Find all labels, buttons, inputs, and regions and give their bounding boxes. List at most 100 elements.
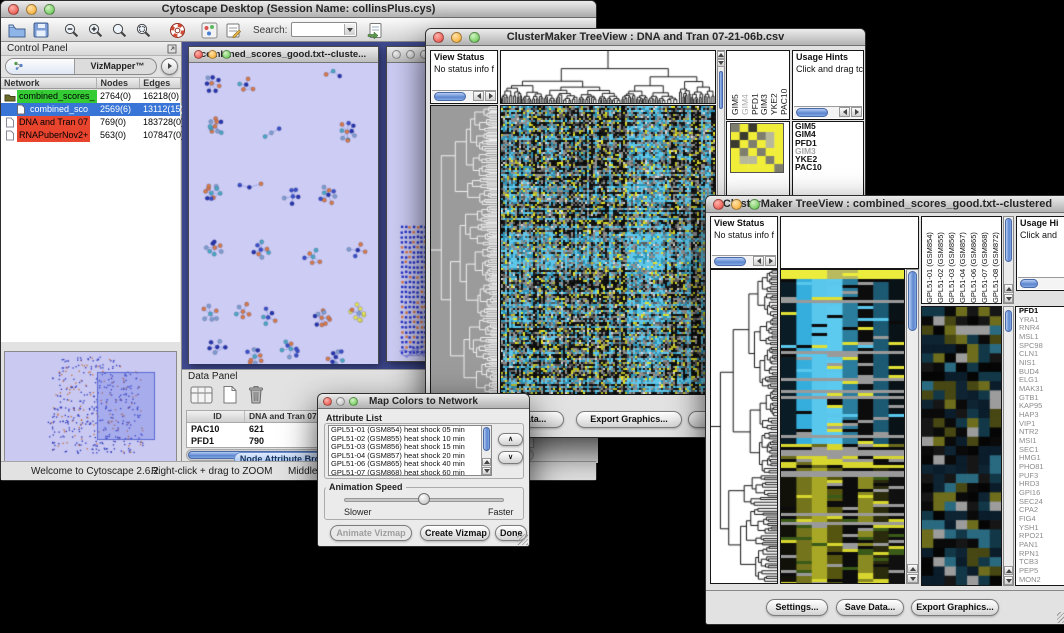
tv2-heatmap[interactable] (780, 269, 905, 584)
settings-button[interactable]: Settings... (766, 599, 828, 616)
minimize-button[interactable] (406, 50, 415, 59)
column-label: YKE2 (769, 53, 777, 115)
column-dendrogram-canvas[interactable] (501, 51, 715, 103)
scrollbar-thumb[interactable] (1005, 218, 1012, 262)
delete-attribute-trash-icon[interactable] (246, 384, 266, 410)
close-button[interactable] (8, 4, 19, 15)
save-data-button[interactable]: Save Data... (836, 599, 904, 616)
dialog-titlebar[interactable]: Map Colors to Network (318, 394, 529, 409)
tab-network[interactable]: Network (6, 59, 75, 74)
main-titlebar[interactable]: Cytoscape Desktop (Session Name: collins… (1, 1, 596, 18)
resize-grip[interactable] (1057, 612, 1064, 623)
zoom-selected-icon[interactable] (133, 20, 153, 40)
tv1-titlebar[interactable]: ClusterMaker TreeView : DNA and Tran 07-… (426, 29, 865, 46)
minimize-button[interactable] (336, 397, 345, 406)
network-view-1-canvas[interactable] (189, 63, 378, 364)
scrollbar-thumb[interactable] (719, 71, 723, 109)
open-folder-icon[interactable] (7, 20, 27, 40)
zoom-button[interactable] (349, 397, 358, 406)
hscrollbar[interactable] (712, 255, 776, 267)
tv1-row-dendrogram[interactable] (430, 105, 498, 395)
move-down-button[interactable]: ∨ (498, 451, 523, 464)
attribute-item[interactable]: GPL51-07 (GSM868) heat shock 60 min (329, 469, 491, 476)
create-vizmap-button[interactable]: Create Vizmap (420, 525, 490, 541)
control-panel-header: Control Panel (1, 42, 181, 56)
hscrollbar[interactable] (1018, 277, 1064, 289)
search-input[interactable] (291, 22, 357, 37)
minimize-button[interactable] (451, 32, 462, 43)
export-graphics-button[interactable]: Export Graphics... (576, 411, 682, 428)
zoom-button[interactable] (469, 32, 480, 43)
tv2-gene-list[interactable]: PFD1YRA1RNR4MSL1SPC98CLN1NIS1BUD4ELG1MAK… (1015, 306, 1064, 586)
import-table-icon[interactable] (365, 20, 385, 40)
network-row[interactable]: RNAPuberNov2+ 563(0) 107847(0) (1, 129, 180, 142)
scrollbar-thumb[interactable] (1005, 310, 1012, 332)
hscrollbar[interactable] (432, 90, 496, 102)
tv2-titlebar[interactable]: ClusterMaker TreeView : combined_scores_… (706, 196, 1064, 213)
close-button[interactable] (194, 50, 203, 59)
network-row[interactable]: DNA and Tran 07 769(0) 183728(0) (1, 116, 180, 129)
scrollbar-thumb[interactable] (483, 427, 490, 451)
scrollbar-thumb[interactable] (1020, 279, 1038, 288)
heatmap-canvas[interactable] (501, 106, 715, 394)
network-view-1-titlebar[interactable]: combined_scores_good.txt--cluste... (189, 47, 378, 63)
zoom-button[interactable] (222, 50, 231, 59)
vizmapper-shortcut-icon[interactable] (199, 20, 219, 40)
close-button[interactable] (713, 199, 724, 210)
zoom-out-icon[interactable] (61, 20, 81, 40)
scrollbar-thumb[interactable] (796, 108, 828, 117)
attribute-select-icon[interactable] (190, 385, 214, 410)
attribute-listbox[interactable]: GPL51-01 (GSM854) heat shock 05 minGPL51… (328, 425, 492, 476)
tv2-column-dendrogram[interactable] (780, 216, 919, 269)
col-network[interactable]: Network (1, 78, 97, 88)
zoom-heatmap-canvas[interactable] (922, 307, 1001, 585)
tv1-heatmap[interactable] (500, 105, 716, 395)
hscrollbar[interactable] (794, 106, 862, 118)
zoom-fit-icon[interactable] (109, 20, 129, 40)
tab-vizmapper[interactable]: VizMapper™ (75, 59, 157, 74)
col-id[interactable]: ID (187, 411, 245, 422)
tv2-row-dendrogram[interactable] (710, 269, 778, 584)
save-icon[interactable] (31, 20, 51, 40)
tv2-labels-vscrollbar[interactable] (1003, 216, 1014, 304)
network-row-selected[interactable]: combined_sco 2569(6) 13112(15) (1, 103, 180, 116)
tv2-genes-vscrollbar[interactable] (1003, 306, 1014, 586)
minimize-button[interactable] (26, 4, 37, 15)
export-graphics-button[interactable]: Export Graphics... (911, 599, 999, 616)
tv1-column-dendrogram[interactable] (500, 50, 716, 104)
scrollbar-thumb[interactable] (714, 257, 746, 266)
birds-eye-overview[interactable] (4, 351, 177, 463)
minimize-button[interactable] (208, 50, 217, 59)
move-up-button[interactable]: ∧ (498, 433, 523, 446)
zoom-matrix-canvas[interactable] (730, 123, 784, 173)
minimize-button[interactable] (731, 199, 742, 210)
zoom-in-icon[interactable] (85, 20, 105, 40)
attribute-list-vscrollbar[interactable] (481, 426, 491, 475)
undock-icon[interactable] (167, 44, 177, 57)
row-dendrogram-canvas[interactable] (431, 106, 497, 394)
close-button[interactable] (433, 32, 444, 43)
zoom-button[interactable] (749, 199, 760, 210)
new-attribute-icon[interactable] (220, 385, 240, 410)
animate-vizmap-button[interactable]: Animate Vizmap (330, 525, 412, 541)
close-button[interactable] (392, 50, 401, 59)
scrollbar-thumb[interactable] (908, 271, 917, 331)
network-view-window-1[interactable]: combined_scores_good.txt--cluste... (188, 46, 379, 364)
annotation-icon[interactable] (223, 20, 243, 40)
heatmap-canvas[interactable] (781, 270, 904, 583)
tv2-zoom-heatmap[interactable] (921, 306, 1002, 586)
zoom-button[interactable] (44, 4, 55, 15)
tab-overflow-button[interactable] (161, 58, 178, 75)
scrollbar-thumb[interactable] (434, 92, 466, 101)
close-button[interactable] (323, 397, 332, 406)
network-nodes: 2764(0) (98, 90, 141, 103)
row-dendrogram-canvas[interactable] (711, 270, 777, 583)
network-row[interactable]: combined_scores_ 2764(0) 16218(0) (1, 90, 180, 103)
col-edges[interactable]: Edges (140, 78, 181, 88)
overview-canvas[interactable] (5, 352, 176, 462)
help-lifering-icon[interactable] (167, 20, 187, 40)
col-nodes[interactable]: Nodes (97, 78, 140, 88)
resize-grip[interactable] (517, 534, 528, 545)
speed-slider-thumb[interactable] (418, 493, 430, 505)
tv2-heatmap-vscrollbar[interactable] (906, 269, 919, 584)
